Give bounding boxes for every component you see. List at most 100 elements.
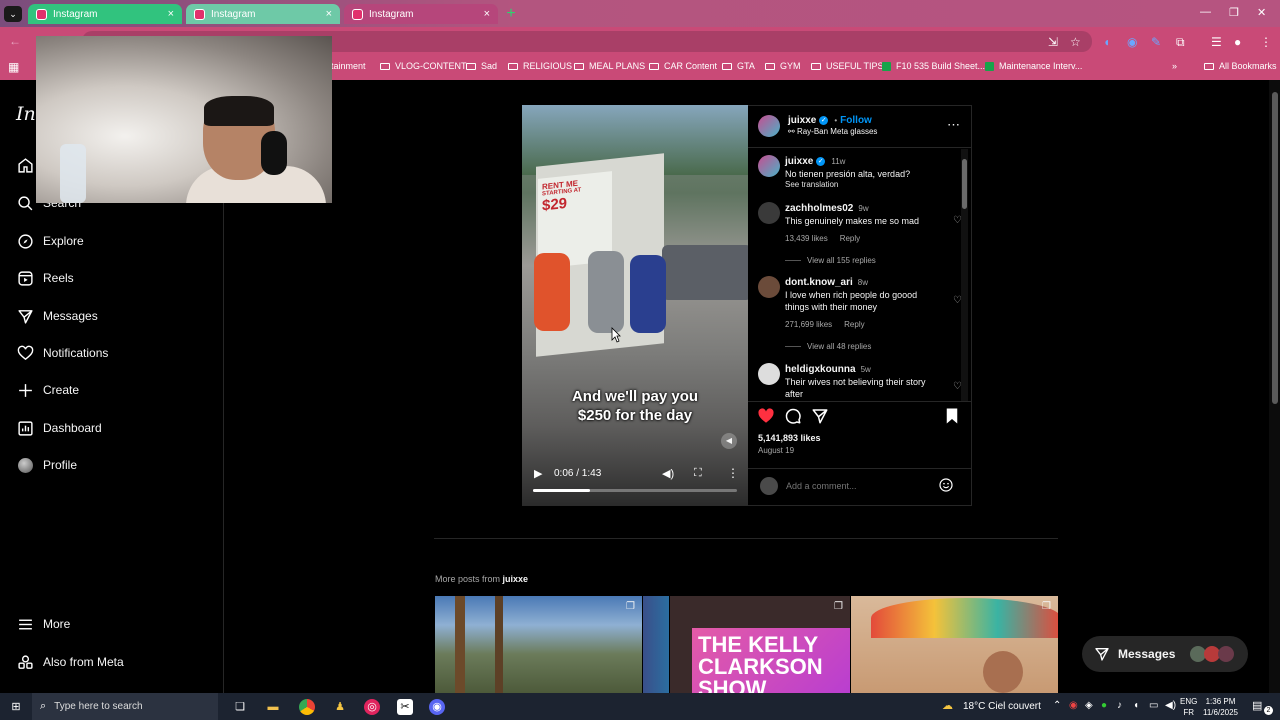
task-view-icon[interactable]: ❏ (232, 699, 248, 715)
sidebar-item-dashboard[interactable]: Dashboard (16, 419, 102, 437)
comment-likes[interactable]: 13,439 likes (785, 234, 828, 243)
browser-tab[interactable]: Instagram × (186, 4, 340, 24)
bookmark-folder[interactable]: CAR Content (649, 61, 717, 71)
bookmarks-overflow-icon[interactable]: » (1172, 61, 1177, 71)
apps-grid-icon[interactable]: ▦ (8, 60, 19, 74)
comment-username[interactable]: heldigxkounna (785, 364, 856, 375)
share-icon[interactable] (811, 407, 829, 425)
app-icon[interactable]: ◎ (364, 699, 380, 715)
bookmark-folder[interactable]: Sad (466, 61, 497, 71)
bookmark-folder[interactable]: tainment (331, 61, 366, 71)
bookmark-folder[interactable]: USEFUL TIPS (811, 61, 884, 71)
notification-center-icon[interactable]: ▤ (1252, 699, 1262, 712)
save-bookmark-icon[interactable] (944, 407, 960, 425)
bookmark-sheet[interactable]: Maintenance Interv... (985, 61, 1082, 71)
close-tab-icon[interactable]: × (326, 8, 332, 20)
comment-likes[interactable]: 271,699 likes (785, 320, 832, 329)
browser-tab-active[interactable]: Instagram × (344, 4, 498, 24)
sidebar-item-profile[interactable]: Profile (16, 456, 77, 474)
follow-button[interactable]: Follow (840, 115, 872, 126)
browser-tab[interactable]: Instagram × (28, 4, 182, 24)
windows-start-icon[interactable]: ⊞ (8, 699, 24, 715)
capcut-icon[interactable]: ✂ (397, 699, 413, 715)
install-app-icon[interactable]: ⇲ (1048, 35, 1058, 49)
tab-search-button[interactable]: ⌄ (4, 6, 22, 22)
menu-kebab-icon[interactable]: ⋮ (1260, 35, 1272, 49)
close-tab-icon[interactable]: × (168, 8, 174, 20)
comment-username[interactable]: dont.know_ari (785, 277, 853, 288)
post-thumbnail[interactable]: THE KELLY CLARKSON SHOW ❐ (670, 596, 850, 693)
caption-username[interactable]: juixxe (785, 156, 813, 167)
tray-icon[interactable]: ♪ (1117, 700, 1122, 711)
add-comment-input[interactable] (786, 477, 936, 495)
view-replies[interactable]: View all 155 replies (785, 256, 876, 265)
volume-icon[interactable]: ◀) (662, 467, 674, 480)
reading-list-icon[interactable]: ☰ (1211, 35, 1222, 49)
page-scroll-thumb[interactable] (1272, 92, 1278, 404)
back-icon[interactable]: ← (9, 34, 21, 48)
reply-link[interactable]: Reply (840, 234, 860, 243)
bookmark-star-icon[interactable]: ☆ (1070, 35, 1081, 49)
reply-link[interactable]: Reply (844, 320, 864, 329)
liked-heart-icon[interactable] (757, 407, 775, 425)
discord-icon[interactable]: ◉ (429, 699, 445, 715)
post-thumbnail[interactable]: ❐ (435, 596, 642, 693)
bookmark-sheet[interactable]: F10 535 Build Sheet... (882, 61, 985, 71)
translate-icon[interactable]: ✎ (1151, 35, 1161, 49)
taskbar-search[interactable]: ⌕ Type here to search (32, 693, 218, 720)
network-icon[interactable]: ▭ (1149, 700, 1158, 711)
post-thumbnail[interactable]: ❐ (851, 596, 1058, 693)
view-replies[interactable]: View all 48 replies (785, 342, 871, 351)
sidebar-item-create[interactable]: Create (16, 381, 79, 399)
comment-icon[interactable] (784, 407, 802, 425)
video-progress-bar[interactable] (533, 489, 737, 492)
file-explorer-icon[interactable]: ▬ (265, 699, 281, 715)
bookmark-folder[interactable]: GTA (722, 61, 755, 71)
fullscreen-icon[interactable]: ⛶ (694, 467, 702, 480)
chrome-icon[interactable] (299, 699, 315, 715)
microphone-icon[interactable]: ◖ (1133, 700, 1139, 711)
sidebar-item-explore[interactable]: Explore (16, 232, 84, 250)
sidebar-item-notifications[interactable]: Notifications (16, 344, 108, 362)
comment-avatar[interactable] (758, 276, 780, 298)
mute-icon[interactable]: ◀ (721, 433, 737, 449)
bookmark-folder[interactable]: GYM (765, 61, 801, 71)
tray-icon[interactable]: ◉ (1069, 700, 1078, 711)
post-thumbnail[interactable] (643, 596, 669, 693)
bookmark-folder[interactable]: MEAL PLANS (574, 61, 645, 71)
emoji-icon[interactable] (938, 477, 954, 493)
likes-count[interactable]: 5,141,893 likes (758, 433, 821, 443)
reel-video[interactable]: RENT ME STARTING AT $29 And we'll pay yo… (522, 105, 748, 506)
weather-text[interactable]: 18°C Ciel couvert (963, 701, 1041, 712)
comment-avatar[interactable] (758, 363, 780, 385)
close-window-icon[interactable]: ✕ (1257, 6, 1266, 19)
comment-username[interactable]: zachholmes02 (785, 203, 853, 214)
extension-icon[interactable]: ◖ (1103, 35, 1110, 49)
sidebar-also-from-meta[interactable]: Also from Meta (16, 653, 124, 671)
restore-icon[interactable]: ❐ (1229, 6, 1239, 19)
comments-scroll-thumb[interactable] (962, 159, 967, 209)
close-tab-icon[interactable]: × (484, 8, 490, 20)
tray-icon[interactable]: ● (1101, 700, 1107, 711)
sidebar-item-messages[interactable]: Messages (16, 307, 98, 325)
messages-floating-button[interactable]: Messages (1082, 636, 1248, 672)
all-bookmarks[interactable]: All Bookmarks (1204, 61, 1277, 71)
caption-avatar[interactable] (758, 155, 780, 177)
tray-icon[interactable]: ◈ (1085, 700, 1093, 711)
minimize-icon[interactable]: — (1200, 6, 1211, 18)
clock[interactable]: 1:36 PM 11/6/2025 (1203, 696, 1238, 718)
app-icon[interactable]: ♟ (332, 699, 348, 715)
language-indicator[interactable]: ENG FR (1180, 696, 1197, 718)
extension-icon[interactable]: ◉ (1127, 35, 1137, 49)
video-menu-icon[interactable]: ⋮ (727, 466, 739, 480)
comment-avatar[interactable] (758, 202, 780, 224)
extensions-puzzle-icon[interactable]: ⧉ (1176, 35, 1185, 50)
bookmark-folder[interactable]: RELIGIOUS (508, 61, 572, 71)
author-avatar[interactable] (758, 115, 780, 137)
see-translation-link[interactable]: See translation (785, 180, 838, 189)
play-icon[interactable]: ▶ (534, 467, 542, 480)
post-options-icon[interactable]: ⋯ (947, 117, 960, 133)
tray-chevron-icon[interactable]: ⌃ (1053, 700, 1061, 711)
author-username[interactable]: juixxe (788, 115, 816, 126)
more-posts-username[interactable]: juixxe (503, 574, 529, 584)
